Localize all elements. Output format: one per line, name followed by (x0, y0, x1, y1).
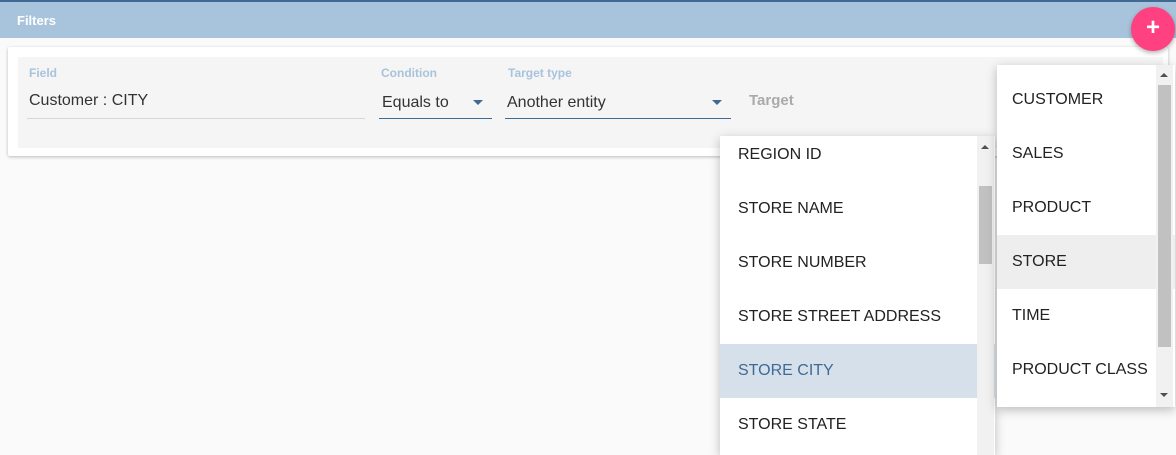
field-underline (27, 118, 365, 119)
scroll-up-arrow-icon[interactable] (981, 145, 989, 149)
menu-item-region-id[interactable]: REGION ID (720, 136, 995, 182)
condition-underline (379, 118, 492, 119)
filter-row: Field Customer : CITY Condition Equals t… (18, 57, 1163, 148)
field-dropdown-menu[interactable]: REGION ID STORE NAME STORE NUMBER STORE … (720, 136, 995, 455)
menu-item-product-class[interactable]: PRODUCT CLASS (997, 343, 1175, 397)
target-type-label: Target type (508, 66, 572, 80)
field-menu-scrollbar[interactable] (977, 136, 994, 455)
menu-item-store-number[interactable]: STORE NUMBER (720, 236, 995, 290)
menu-item-store[interactable]: STORE (997, 235, 1175, 289)
menu-item-customer[interactable]: CUSTOMER (997, 73, 1175, 127)
scroll-up-arrow-icon[interactable] (1160, 73, 1168, 77)
condition-select[interactable]: Equals to (382, 94, 449, 112)
entity-menu-scrollbar[interactable] (1156, 65, 1173, 407)
field-input[interactable]: Customer : CITY (29, 92, 148, 110)
menu-item-store-city[interactable]: STORE CITY (720, 344, 995, 398)
scrollbar-thumb[interactable] (979, 186, 992, 264)
scrollbar-thumb[interactable] (1158, 85, 1171, 347)
menu-item-time[interactable]: TIME (997, 289, 1175, 343)
caret-down-icon[interactable] (712, 100, 722, 105)
menu-item-product[interactable]: PRODUCT (997, 181, 1175, 235)
condition-label: Condition (381, 66, 437, 80)
menu-item-store-state[interactable]: STORE STATE (720, 398, 995, 452)
target-type-select[interactable]: Another entity (507, 94, 606, 112)
filters-header: Filters (0, 2, 1176, 38)
menu-item-sales[interactable]: SALES (997, 127, 1175, 181)
target-type-underline (505, 118, 731, 119)
page-title: Filters (17, 13, 57, 28)
target-input[interactable]: Target (749, 92, 794, 109)
caret-down-icon[interactable] (473, 100, 483, 105)
plus-icon: + (1145, 14, 1160, 41)
entity-dropdown-menu[interactable]: CUSTOMER SALES PRODUCT STORE TIME PRODUC… (997, 65, 1175, 407)
menu-item-store-name[interactable]: STORE NAME (720, 182, 995, 236)
field-label: Field (29, 66, 58, 80)
scroll-down-arrow-icon[interactable] (1160, 393, 1168, 397)
add-filter-button[interactable]: + (1131, 7, 1175, 51)
menu-item-store-street-address[interactable]: STORE STREET ADDRESS (720, 290, 995, 344)
